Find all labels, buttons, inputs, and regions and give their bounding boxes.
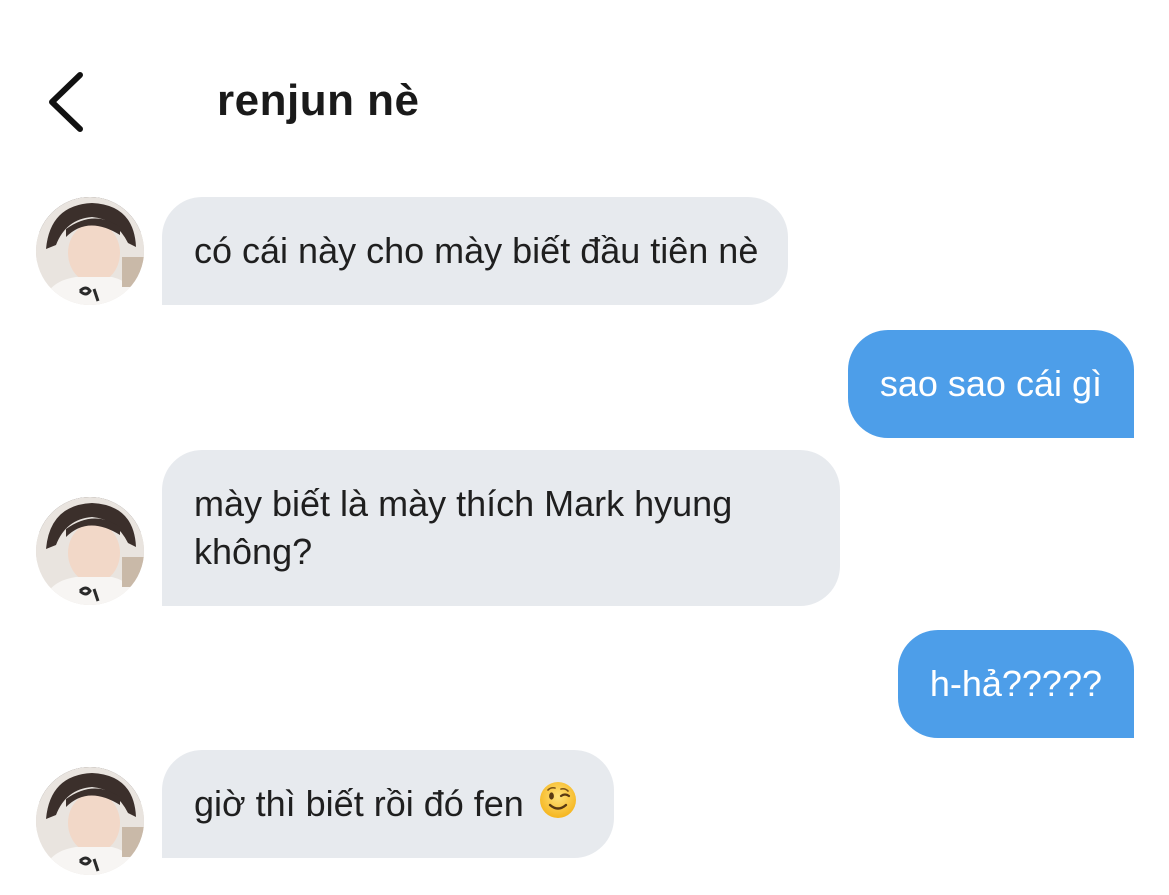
chat-header: renjun nè bbox=[0, 0, 1169, 190]
back-button[interactable] bbox=[30, 62, 100, 142]
avatar-photo bbox=[36, 767, 144, 875]
avatar-photo bbox=[36, 497, 144, 605]
message-text: giờ thì biết rồi đó fen bbox=[194, 783, 524, 824]
message-text-line: không? bbox=[194, 531, 313, 572]
message-bubble-outgoing[interactable]: h-hả????? bbox=[897, 630, 1134, 738]
message-text-line: mày biết là mày thích Mark hyung bbox=[194, 483, 733, 524]
chevron-left-icon bbox=[49, 72, 83, 132]
avatar[interactable] bbox=[36, 497, 144, 605]
chat-screen: renjun nè có cái này cho mày biết đầu ti… bbox=[0, 0, 1169, 895]
message-bubble-incoming[interactable]: mày biết là mày thích Mark hyung không? bbox=[162, 450, 841, 606]
avatar[interactable] bbox=[36, 197, 144, 305]
message-bubble-incoming[interactable]: giờ thì biết rồi đó fen bbox=[162, 750, 614, 858]
message-bubble-outgoing[interactable]: sao sao cái gì bbox=[847, 330, 1134, 438]
message-text: sao sao cái gì bbox=[879, 363, 1102, 404]
avatar[interactable] bbox=[36, 767, 144, 875]
message-text: h-hả????? bbox=[929, 663, 1102, 704]
message-bubble-incoming[interactable]: có cái này cho mày biết đầu tiên nè bbox=[162, 197, 789, 305]
message-text: có cái này cho mày biết đầu tiên nè bbox=[194, 230, 759, 271]
avatar-photo bbox=[36, 197, 144, 305]
winking-face-emoji bbox=[539, 782, 576, 818]
contact-name[interactable]: renjun nè bbox=[217, 76, 420, 126]
